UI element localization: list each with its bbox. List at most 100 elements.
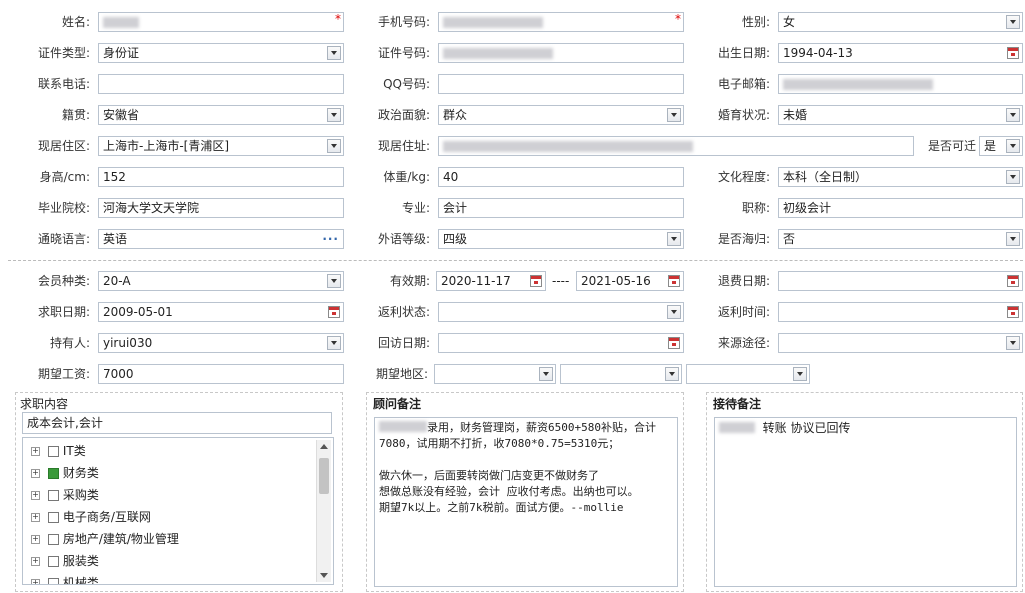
area-select[interactable]: 上海市-上海市-[青浦区] [98,136,344,156]
checkbox[interactable] [48,512,59,523]
idno-field[interactable] [438,43,684,63]
name-field[interactable]: * [98,12,344,32]
valid-to-field[interactable]: 2021-05-16 [576,271,684,291]
major-field[interactable]: 会计 [438,198,684,218]
move-select[interactable]: 是 [979,136,1023,156]
tree-item-ecommerce[interactable]: + 电子商务/互联网 [31,506,151,528]
level-select[interactable]: 四级 [438,229,684,249]
calendar-icon[interactable] [668,275,680,287]
tree-item-realestate[interactable]: + 房地产/建筑/物业管理 [31,528,179,550]
checkbox[interactable] [48,468,59,479]
tree-item-label: 电子商务/互联网 [62,510,151,524]
email-field[interactable] [778,74,1023,94]
checkbox[interactable] [48,556,59,567]
checkbox[interactable] [48,446,59,457]
job-date-field[interactable]: 2009-05-01 [98,302,344,322]
title-field[interactable]: 初级会计 [778,198,1023,218]
scroll-thumb[interactable] [319,458,329,494]
more-dots-icon[interactable]: ··· [322,230,339,248]
height-field[interactable]: 152 [98,167,344,187]
email-label: 电子邮箱: [717,77,770,91]
tel-field[interactable] [98,74,344,94]
salary-field[interactable]: 7000 [98,364,344,384]
abroad-select[interactable]: 否 [778,229,1023,249]
expand-icon[interactable]: + [31,491,40,500]
native-select[interactable]: 安徽省 [98,105,344,125]
chevron-down-icon[interactable] [327,336,341,350]
calendar-icon[interactable] [1007,47,1019,59]
idtype-select[interactable]: 身份证 [98,43,344,63]
visit-date-field[interactable] [438,333,684,353]
expand-icon[interactable]: + [31,513,40,522]
member-select[interactable]: 20-A [98,271,344,291]
birth-date-field[interactable]: 1994-04-13 [778,43,1023,63]
edu-select[interactable]: 本科（全日制） [778,167,1023,187]
tree-item-finance[interactable]: + 财务类 [31,462,99,484]
checkbox[interactable] [48,534,59,545]
region-district-select[interactable] [686,364,810,384]
checkbox[interactable] [48,490,59,501]
checkbox[interactable] [48,578,59,584]
required-mark: * [675,12,681,26]
reception-notes-textarea[interactable]: 转账 协议已回传 [714,417,1017,587]
chevron-down-icon[interactable] [539,367,553,381]
calendar-icon[interactable] [1007,306,1019,318]
holder-select[interactable]: yirui030 [98,333,344,353]
chevron-down-icon[interactable] [327,139,341,153]
calendar-icon[interactable] [668,337,680,349]
tel-label: 联系电话: [37,77,90,91]
lang-field[interactable]: 英语 ··· [98,229,344,249]
rebate-time-field[interactable] [778,302,1023,322]
chevron-down-icon[interactable] [327,46,341,60]
valid-from-field[interactable]: 2020-11-17 [436,271,546,291]
chevron-down-icon[interactable] [667,232,681,246]
expand-icon[interactable]: + [31,469,40,478]
calendar-icon[interactable] [328,306,340,318]
scroll-up-icon[interactable] [320,444,328,449]
tree-scrollbar[interactable] [316,440,331,582]
tree-item-purchase[interactable]: + 采购类 [31,484,99,506]
chevron-down-icon[interactable] [1006,336,1020,350]
expand-icon[interactable]: + [31,557,40,566]
tree-item-machinery[interactable]: + 机械类 [31,572,99,584]
phone-field[interactable]: * [438,12,684,32]
region-city-select[interactable] [560,364,682,384]
expand-icon[interactable]: + [31,535,40,544]
region-province-select[interactable] [434,364,556,384]
chevron-down-icon[interactable] [327,108,341,122]
source-select[interactable] [778,333,1023,353]
tree-item-it[interactable]: + IT类 [31,440,86,462]
chevron-down-icon[interactable] [327,274,341,288]
abroad-value: 否 [783,232,796,246]
job-selected-field[interactable]: 成本会计,会计 [22,412,332,434]
calendar-icon[interactable] [530,275,542,287]
job-category-tree[interactable]: + IT类 + 财务类 + 采购类 + 电子商务/互联网 + 房地产/建筑/物业… [22,437,334,585]
addr-field[interactable] [438,136,914,156]
chevron-down-icon[interactable] [1006,15,1020,29]
chevron-down-icon[interactable] [667,108,681,122]
school-field[interactable]: 河海大学文天学院 [98,198,344,218]
expand-icon[interactable]: + [31,447,40,456]
rebate-time-label: 返利时间: [717,305,770,319]
advisor-notes-textarea[interactable]: 录用，财务管理岗，薪资6500+580补贴，合计7080，试用期不打折，收708… [374,417,678,587]
job-selected-value: 成本会计,会计 [27,416,103,430]
qq-field[interactable] [438,74,684,94]
gender-select[interactable]: 女 [778,12,1023,32]
chevron-down-icon[interactable] [667,305,681,319]
expand-icon[interactable]: + [31,579,40,584]
chevron-down-icon[interactable] [1006,139,1020,153]
scroll-down-icon[interactable] [320,573,328,578]
tree-item-clothing[interactable]: + 服装类 [31,550,99,572]
advisor-notes-text: 录用，财务管理岗，薪资6500+580补贴，合计7080，试用期不打折，收708… [379,421,656,514]
chevron-down-icon[interactable] [1006,170,1020,184]
rebate-status-select[interactable] [438,302,684,322]
weight-field[interactable]: 40 [438,167,684,187]
chevron-down-icon[interactable] [1006,108,1020,122]
refund-date-field[interactable] [778,271,1023,291]
chevron-down-icon[interactable] [665,367,679,381]
chevron-down-icon[interactable] [1006,232,1020,246]
chevron-down-icon[interactable] [793,367,807,381]
politic-select[interactable]: 群众 [438,105,684,125]
marital-select[interactable]: 未婚 [778,105,1023,125]
calendar-icon[interactable] [1007,275,1019,287]
